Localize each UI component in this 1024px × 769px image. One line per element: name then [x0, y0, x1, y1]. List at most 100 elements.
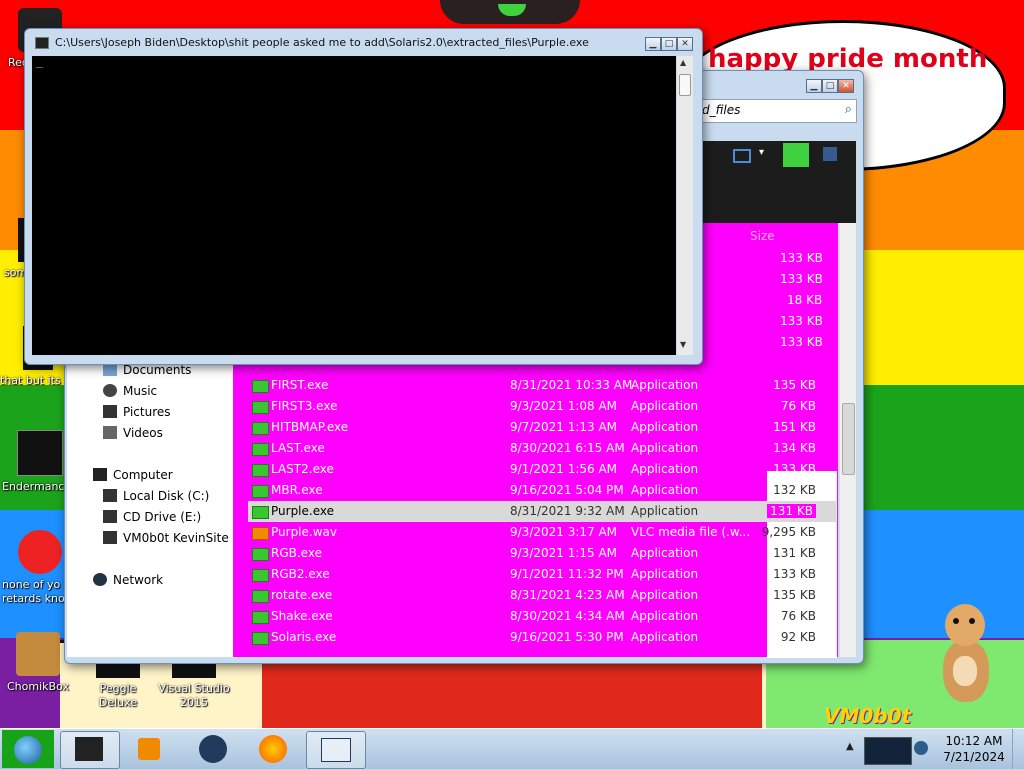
minimize-button[interactable]: ▁	[806, 79, 822, 93]
file-date: 9/3/2021 3:17 AM	[510, 525, 618, 539]
start-button[interactable]	[2, 730, 54, 768]
file-name: Solaris.exe	[271, 630, 337, 644]
console-output[interactable]: _	[32, 54, 676, 355]
exe-icon	[252, 611, 269, 624]
exe-icon	[252, 401, 269, 414]
chevron-down-icon[interactable]: ▾	[759, 147, 764, 158]
file-type: Application	[631, 441, 699, 455]
nav-label: CD Drive (E:)	[123, 510, 202, 524]
size-cell: 133 KB	[780, 251, 823, 265]
file-type: Application	[631, 588, 699, 602]
nav-label: Pictures	[123, 405, 171, 419]
nav-local-disk[interactable]: Local Disk (C:)	[103, 489, 210, 503]
nav-videos[interactable]: Videos	[103, 426, 163, 440]
nav-documents[interactable]: Documents	[103, 363, 192, 377]
taskbar-media-player[interactable]	[120, 731, 178, 767]
file-row[interactable]: MBR.exe 9/16/2021 5:04 PM Application 13…	[248, 480, 836, 501]
scroll-thumb[interactable]	[842, 403, 855, 475]
file-date: 8/31/2021 10:33 AM	[510, 378, 633, 392]
exe-icon	[252, 380, 269, 393]
console-scrollbar[interactable]: ▲ ▼	[677, 56, 693, 355]
exe-icon	[252, 569, 269, 582]
file-date: 9/1/2021 11:32 PM	[510, 567, 624, 581]
file-name: RGB2.exe	[271, 567, 330, 581]
tray-app-icon[interactable]	[864, 737, 912, 765]
size-cell: 18 KB	[787, 293, 823, 307]
close-button[interactable]: ✕	[838, 79, 854, 93]
nav-network-drive[interactable]: VM0b0t KevinSite	[103, 531, 229, 545]
cd-drive-icon	[103, 510, 117, 523]
file-date: 8/30/2021 6:15 AM	[510, 441, 625, 455]
minimize-button[interactable]: ▁	[645, 37, 661, 51]
clock-time: 10:12 AM	[945, 734, 1003, 748]
help-icon[interactable]	[823, 147, 837, 161]
file-row[interactable]: LAST2.exe 9/1/2021 1:56 AM Application 1…	[248, 459, 836, 480]
close-button[interactable]: ✕	[677, 37, 693, 51]
nav-label: Local Disk (C:)	[123, 489, 210, 503]
network-drive-icon	[103, 531, 117, 544]
file-date: 9/16/2021 5:04 PM	[510, 483, 624, 497]
nav-cd-drive[interactable]: CD Drive (E:)	[103, 510, 202, 524]
file-row[interactable]: Solaris.exe 9/16/2021 5:30 PM Applicatio…	[248, 627, 836, 648]
console-window[interactable]: C:\Users\Joseph Biden\Desktop\shit peopl…	[24, 28, 703, 365]
file-date: 8/31/2021 4:23 AM	[510, 588, 625, 602]
scroll-down-arrow[interactable]: ▼	[680, 340, 686, 349]
file-size: 135 KB	[773, 588, 816, 602]
nav-computer[interactable]: Computer	[93, 468, 173, 482]
file-type: Application	[631, 504, 699, 518]
file-type: Application	[631, 630, 699, 644]
hamster-app-icon	[16, 632, 60, 676]
taskbar-explorer[interactable]	[306, 731, 366, 769]
toolbar: ▾	[701, 141, 856, 223]
show-desktop-button[interactable]	[1012, 729, 1024, 769]
scroll-thumb[interactable]	[679, 74, 691, 96]
windows-logo-icon	[14, 736, 42, 764]
nav-pictures[interactable]: Pictures	[103, 405, 171, 419]
file-row[interactable]: HITBMAP.exe 9/7/2021 1:13 AM Application…	[248, 417, 836, 438]
search-icon[interactable]: ⌕	[845, 102, 852, 117]
file-date: 8/31/2021 9:32 AM	[510, 504, 625, 518]
taskbar-firefox[interactable]	[244, 731, 302, 767]
file-size: 131 KB	[773, 546, 816, 560]
nav-label: Documents	[123, 363, 192, 377]
exe-icon	[252, 632, 269, 645]
firefox-icon	[259, 735, 287, 763]
file-row[interactable]: RGB2.exe 9/1/2021 11:32 PM Application 1…	[248, 564, 836, 585]
scroll-up-arrow[interactable]: ▲	[680, 58, 686, 67]
file-row[interactable]: Shake.exe 8/30/2021 4:34 AM Application …	[248, 606, 836, 627]
explorer-icon	[321, 738, 351, 762]
nav-network[interactable]: Network	[93, 573, 163, 587]
file-row-selected[interactable]: Purple.exe 8/31/2021 9:32 AM Application…	[248, 501, 836, 522]
file-size: 131 KB	[767, 504, 816, 518]
file-row[interactable]: LAST.exe 8/30/2021 6:15 AM Application 1…	[248, 438, 836, 459]
navigation-pane: Documents Music Pictures Videos Computer…	[67, 353, 233, 657]
vlc-icon	[252, 527, 269, 540]
taskbar-console[interactable]	[60, 731, 120, 769]
file-type: Application	[631, 567, 699, 581]
clock[interactable]: 10:12 AM 7/21/2024	[940, 733, 1008, 765]
maximize-button[interactable]: □	[822, 79, 838, 93]
nav-music[interactable]: Music	[103, 384, 157, 398]
file-row[interactable]: FIRST3.exe 9/3/2021 1:08 AM Application …	[248, 396, 836, 417]
volume-icon[interactable]	[914, 741, 928, 755]
view-icon[interactable]	[733, 149, 751, 163]
file-type: Application	[631, 420, 699, 434]
maximize-button[interactable]: □	[661, 37, 677, 51]
file-row[interactable]: Purple.wav 9/3/2021 3:17 AM VLC media fi…	[248, 522, 836, 543]
column-header-size[interactable]: Size	[750, 229, 775, 243]
media-player-icon	[138, 738, 160, 760]
music-icon	[103, 384, 117, 397]
file-row[interactable]: RGB.exe 9/3/2021 1:15 AM Application 131…	[248, 543, 836, 564]
file-row[interactable]: rotate.exe 8/31/2021 4:23 AM Application…	[248, 585, 836, 606]
file-row[interactable]: FIRST.exe 8/31/2021 10:33 AM Application…	[248, 375, 836, 396]
file-name: Shake.exe	[271, 609, 333, 623]
vertical-scrollbar[interactable]	[839, 223, 856, 657]
preview-pane-icon[interactable]	[783, 143, 809, 167]
file-type: Application	[631, 462, 699, 476]
tray-chevron-icon[interactable]: ▲	[846, 741, 854, 752]
file-date: 9/1/2021 1:56 AM	[510, 462, 618, 476]
file-type: Application	[631, 546, 699, 560]
file-name: LAST2.exe	[271, 462, 334, 476]
nav-label: Videos	[123, 426, 163, 440]
taskbar-globe[interactable]	[184, 731, 242, 767]
